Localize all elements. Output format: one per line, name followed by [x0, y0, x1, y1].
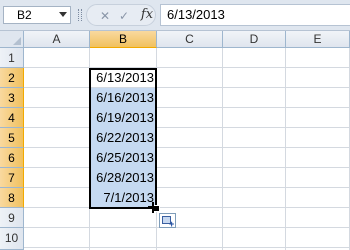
row-header-1[interactable]: 1: [0, 48, 24, 68]
column-header-b[interactable]: B: [90, 31, 157, 48]
cancel-icon[interactable]: ✕: [97, 8, 113, 24]
cell-b8[interactable]: 7/1/2013: [90, 188, 157, 208]
cell-b7[interactable]: 6/28/2013: [90, 168, 157, 188]
gridline: [24, 227, 350, 228]
gridline: [24, 207, 350, 208]
row-header-6[interactable]: 6: [0, 148, 24, 168]
gridline: [24, 247, 350, 248]
insert-function-button[interactable]: fx: [135, 4, 159, 26]
formula-input[interactable]: 6/13/2013: [160, 4, 350, 26]
row-header-5[interactable]: 5: [0, 128, 24, 148]
column-header-c[interactable]: C: [157, 31, 223, 48]
column-header-d[interactable]: D: [223, 31, 286, 48]
cell-b3[interactable]: 6/16/2013: [90, 88, 157, 108]
cell-b2[interactable]: 6/13/2013: [90, 68, 157, 88]
formula-bar-grip-icon[interactable]: [78, 9, 82, 21]
gridline: [24, 167, 350, 168]
row-header-2[interactable]: 2: [0, 68, 24, 88]
worksheet-grid[interactable]: A B C D E 1 2 3 4 5 6 7 8 9 10 6/13/2013…: [0, 31, 350, 250]
row-header-3[interactable]: 3: [0, 88, 24, 108]
gridline: [222, 48, 223, 250]
formula-bar: B2 ✕ ✓ fx 6/13/2013: [0, 0, 350, 31]
gridline: [24, 147, 350, 148]
select-all-icon: [13, 37, 21, 45]
gridline: [24, 127, 350, 128]
enter-icon[interactable]: ✓: [116, 8, 132, 24]
row-header-7[interactable]: 7: [0, 168, 24, 188]
select-all-button[interactable]: [0, 31, 24, 48]
column-header-e[interactable]: E: [286, 31, 350, 48]
cell-b4[interactable]: 6/19/2013: [90, 108, 157, 128]
plus-cross-icon: [148, 202, 159, 213]
name-box[interactable]: B2: [3, 6, 71, 24]
gridline: [24, 187, 350, 188]
row-header-8[interactable]: 8: [0, 188, 24, 208]
autofill-plus-icon: +: [169, 219, 175, 229]
column-header-a[interactable]: A: [24, 31, 90, 48]
gridline: [24, 67, 350, 68]
cell-b5[interactable]: 6/22/2013: [90, 128, 157, 148]
cell-b6[interactable]: 6/25/2013: [90, 148, 157, 168]
row-header-10[interactable]: 10: [0, 228, 24, 250]
row-header-9[interactable]: 9: [0, 208, 24, 228]
row-header-4[interactable]: 4: [0, 108, 24, 128]
autofill-options-button[interactable]: +: [159, 213, 176, 229]
name-box-value: B2: [17, 8, 32, 22]
name-box-dropdown-icon[interactable]: [59, 12, 67, 17]
gridline: [285, 48, 286, 250]
gridline: [24, 87, 350, 88]
gridline: [24, 107, 350, 108]
